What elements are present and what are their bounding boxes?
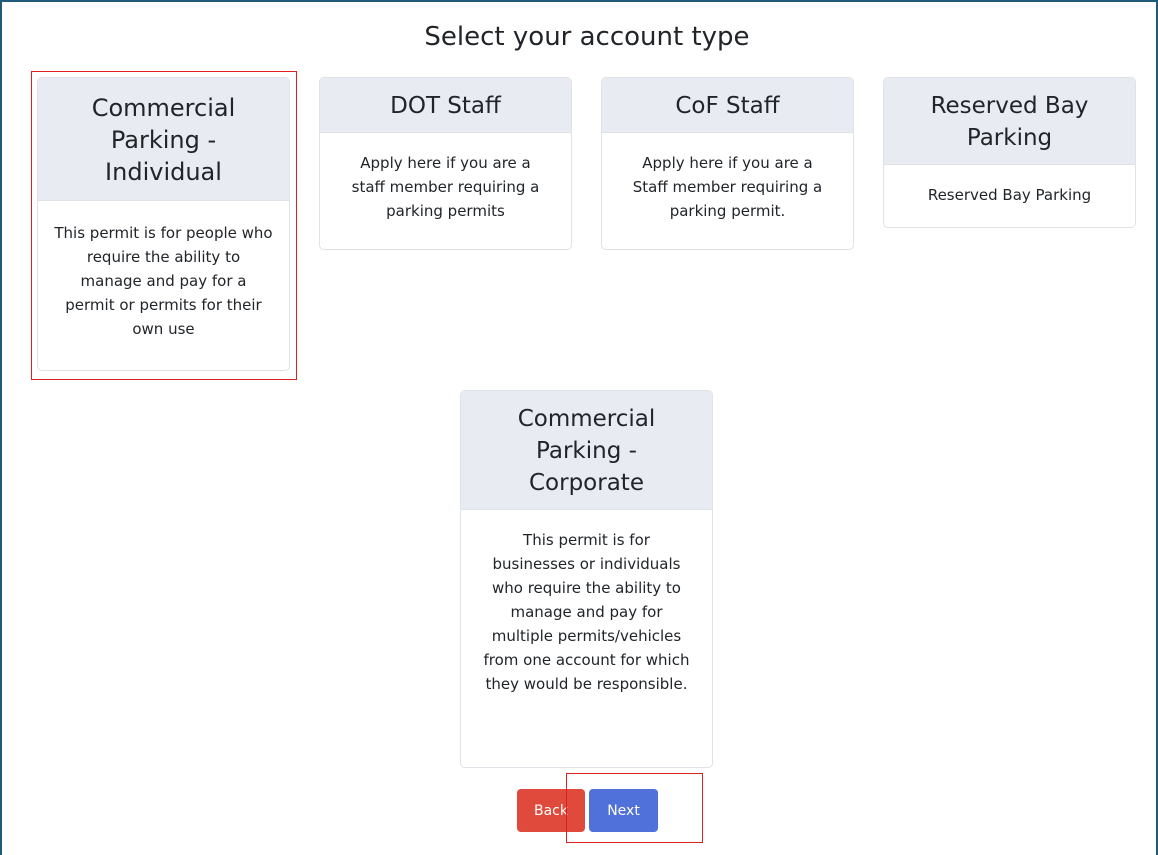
account-type-card-commercial-corporate[interactable]: Commercial Parking - Corporate This perm… bbox=[460, 390, 713, 768]
card-description: Apply here if you are a Staff member req… bbox=[632, 154, 823, 220]
card-title: Commercial Parking - Individual bbox=[38, 78, 289, 201]
back-button[interactable]: Back bbox=[517, 789, 585, 832]
account-type-card-commercial-individual[interactable]: Commercial Parking - Individual This per… bbox=[37, 77, 290, 371]
card-description: This permit is for people who require th… bbox=[54, 224, 273, 338]
account-type-card-cof-staff[interactable]: CoF Staff Apply here if you are a Staff … bbox=[601, 77, 854, 250]
card-title: CoF Staff bbox=[602, 78, 853, 133]
card-title: Commercial Parking - Corporate bbox=[461, 391, 712, 510]
card-description: Apply here if you are a staff member req… bbox=[351, 154, 540, 220]
page-title: Select your account type bbox=[424, 22, 750, 52]
card-description: This permit is for businesses or individ… bbox=[483, 531, 690, 693]
card-title: Reserved Bay Parking bbox=[884, 78, 1135, 165]
account-type-card-dot-staff[interactable]: DOT Staff Apply here if you are a staff … bbox=[319, 77, 572, 250]
next-button[interactable]: Next bbox=[589, 789, 658, 832]
account-type-card-reserved-bay[interactable]: Reserved Bay Parking Reserved Bay Parkin… bbox=[883, 77, 1136, 228]
card-title: DOT Staff bbox=[320, 78, 571, 133]
card-description: Reserved Bay Parking bbox=[927, 186, 1092, 204]
